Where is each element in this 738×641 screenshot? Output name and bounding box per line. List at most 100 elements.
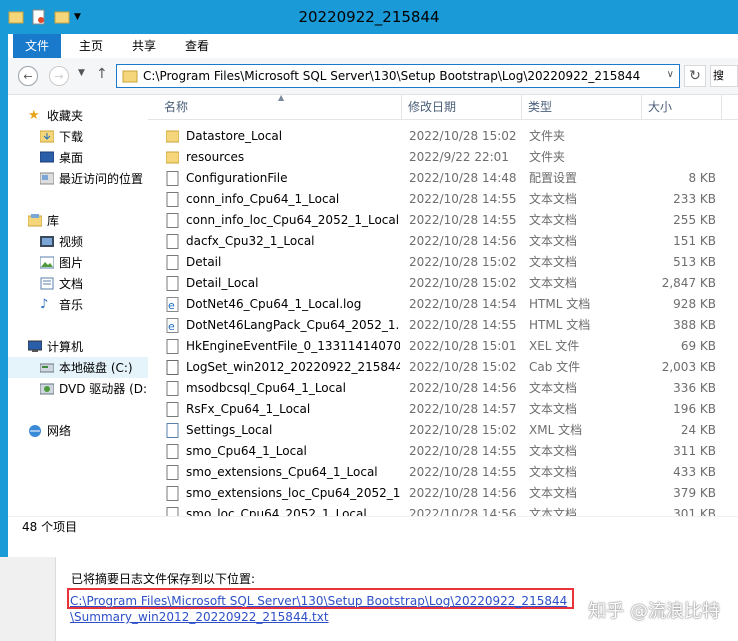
status-bar: 48 个项目 [8,516,738,537]
sidebar-item-network[interactable]: 网络 [28,420,148,441]
file-type: 文本文档 [529,381,578,395]
text-file-icon [166,486,179,501]
file-name: smo_Cpu64_1_Local [186,444,307,458]
file-type: 文本文档 [529,402,578,416]
file-type: 文本文档 [529,444,578,458]
folder-icon [166,130,179,143]
search-box[interactable]: 搜 [710,65,738,87]
file-row[interactable]: RsFx_Cpu64_1_Local 2022/10/28 14:57 文本文档 19… [148,399,738,420]
file-row[interactable]: smo_Cpu64_1_Local 2022/10/28 14:55 文本文档 311… [148,441,738,462]
tab-home[interactable]: 主页 [79,34,104,58]
file-name: HkEngineEventFile_0_13311414070... [186,339,400,353]
column-header-date[interactable]: 修改日期 [402,95,522,119]
desktop-icon [40,151,54,163]
file-modified-date: 2022/10/28 14:56 [409,234,517,248]
file-modified-date: 2022/10/28 14:54 [409,297,517,311]
refresh-icon: ↻ [689,68,701,84]
file-row[interactable]: HkEngineEventFile_0_13311414070... 2022/1… [148,336,738,357]
sidebar-item-recent-places[interactable]: 最近访问的位置 [40,168,148,189]
sidebar-item-computer[interactable]: 计算机 [28,336,148,357]
file-name: smo_extensions_loc_Cpu64_2052_1... [186,486,400,500]
up-arrow-icon[interactable]: ↑ [96,66,108,82]
file-size: 379 KB [673,486,716,500]
column-header-name[interactable]: 名称 [158,95,402,119]
file-size: 928 KB [673,297,716,311]
file-modified-date: 2022/10/28 14:56 [409,381,517,395]
file-row[interactable]: msodbcsql_Cpu64_1_Local 2022/10/28 14:56 文… [148,378,738,399]
file-name: ConfigurationFile [186,171,288,185]
sidebar-item-downloads[interactable]: 下载 [40,126,148,147]
file-row[interactable]: Detail_Local 2022/10/28 15:02 文本文档 2,847 KB [148,273,738,294]
tab-share[interactable]: 共享 [132,34,157,58]
sidebar-item-label: 下载 [59,130,84,144]
refresh-button[interactable]: ↻ [684,65,706,87]
network-icon [29,425,41,437]
sidebar-item-local-disk[interactable]: 本地磁盘 (C:) [8,357,148,378]
file-row[interactable]: smo_extensions_Cpu64_1_Local 2022/10/28 1… [148,462,738,483]
sidebar-item-videos[interactable]: 视频 [40,231,148,252]
file-row[interactable]: e DotNet46_Cpu64_1_Local.log 2022/10/28 14… [148,294,738,315]
file-type: 文本文档 [529,276,578,290]
text-file-icon [166,234,179,249]
recent-locations-chevron-icon[interactable]: ▼ [78,68,85,78]
tab-file[interactable]: 文件 [13,34,62,58]
music-icon: ♪ [40,297,49,312]
sidebar-item-label: 库 [47,214,60,228]
file-size: 24 KB [680,423,716,437]
sidebar-item-label: DVD 驱动器 (D: [59,382,148,396]
sidebar-item-label: 视频 [59,235,84,249]
item-count: 48 个项目 [22,520,78,534]
back-arrow-icon: ← [23,69,33,83]
file-name: conn_info_loc_Cpu64_2052_1_Local [186,213,400,227]
file-type: 配置设置 [529,171,578,185]
file-size [642,126,716,147]
sidebar-item-desktop[interactable]: 桌面 [40,147,148,168]
sidebar-item-label: 计算机 [47,340,84,354]
file-row[interactable]: LogSet_win2012_20220922_215844 2022/10/28… [148,357,738,378]
sidebar-item-favorites[interactable]: ★ 收藏夹 [28,105,148,126]
summary-saved-label: 已将摘要日志文件保存到以下位置: [71,572,256,586]
folder-icon [166,151,179,164]
sidebar-item-libraries[interactable]: 库 [28,210,148,231]
sidebar-item-pictures[interactable]: 图片 [40,252,148,273]
file-name: resources [186,150,245,164]
sidebar-item-label: 最近访问的位置 [59,172,144,186]
file-row[interactable]: resources 2022/9/22 22:01 文件夹 [148,147,738,168]
file-row[interactable]: e DotNet46LangPack_Cpu64_2052_1... 2022/10… [148,315,738,336]
file-name: smo_extensions_Cpu64_1_Local [186,465,378,479]
file-modified-date: 2022/10/28 14:57 [409,402,517,416]
forward-button[interactable]: → [49,66,69,86]
file-name: dacfx_Cpu32_1_Local [186,234,315,248]
sidebar-item-music[interactable]: ♪ 音乐 [40,294,148,315]
file-name: RsFx_Cpu64_1_Local [186,402,311,416]
file-size: 196 KB [673,402,716,416]
file-row[interactable]: Detail 2022/10/28 15:02 文本文档 513 KB [148,252,738,273]
summary-log-link-continued[interactable]: \Summary_win2012_20220922_215844.txt [70,610,329,624]
sidebar-item-documents[interactable]: 文档 [40,273,148,294]
text-file-icon [166,465,179,480]
file-type: 文本文档 [529,255,578,269]
column-header-type[interactable]: 类型 [522,95,642,119]
column-label: 名称 [164,100,189,114]
address-bar[interactable]: C:\Program Files\Microsoft SQL Server\13… [116,64,680,88]
tab-view[interactable]: 查看 [185,34,210,58]
sidebar-item-dvd-drive[interactable]: DVD 驱动器 (D: [40,378,148,399]
column-header-row: ▲ 名称 修改日期 类型 大小 [148,93,738,120]
file-modified-date: 2022/10/28 15:01 [409,339,517,353]
file-row[interactable]: ConfigurationFile 2022/10/28 14:48 配置设置 8 K… [148,168,738,189]
summary-log-link[interactable]: C:\Program Files\Microsoft SQL Server\13… [70,594,567,608]
sidebar-item-label: 收藏夹 [47,109,84,123]
file-modified-date: 2022/10/28 15:02 [409,360,517,374]
text-file-icon [166,402,179,417]
sidebar-item-label: 桌面 [59,151,84,165]
address-dropdown-chevron-icon[interactable]: ∨ [667,69,674,80]
local-disk-icon [40,363,54,373]
file-row[interactable]: smo_extensions_loc_Cpu64_2052_1... 2022/1… [148,483,738,504]
back-button[interactable]: ← [18,66,38,86]
file-row[interactable]: conn_info_loc_Cpu64_2052_1_Local 2022/10/… [148,210,738,231]
file-row[interactable]: dacfx_Cpu32_1_Local 2022/10/28 14:56 文本文档 1… [148,231,738,252]
file-row[interactable]: Datastore_Local 2022/10/28 15:02 文件夹 [148,126,738,147]
column-header-size[interactable]: 大小 [642,95,722,119]
file-row[interactable]: Settings_Local 2022/10/28 15:02 XML 文档 24 K… [148,420,738,441]
file-row[interactable]: conn_info_Cpu64_1_Local 2022/10/28 14:55 文… [148,189,738,210]
